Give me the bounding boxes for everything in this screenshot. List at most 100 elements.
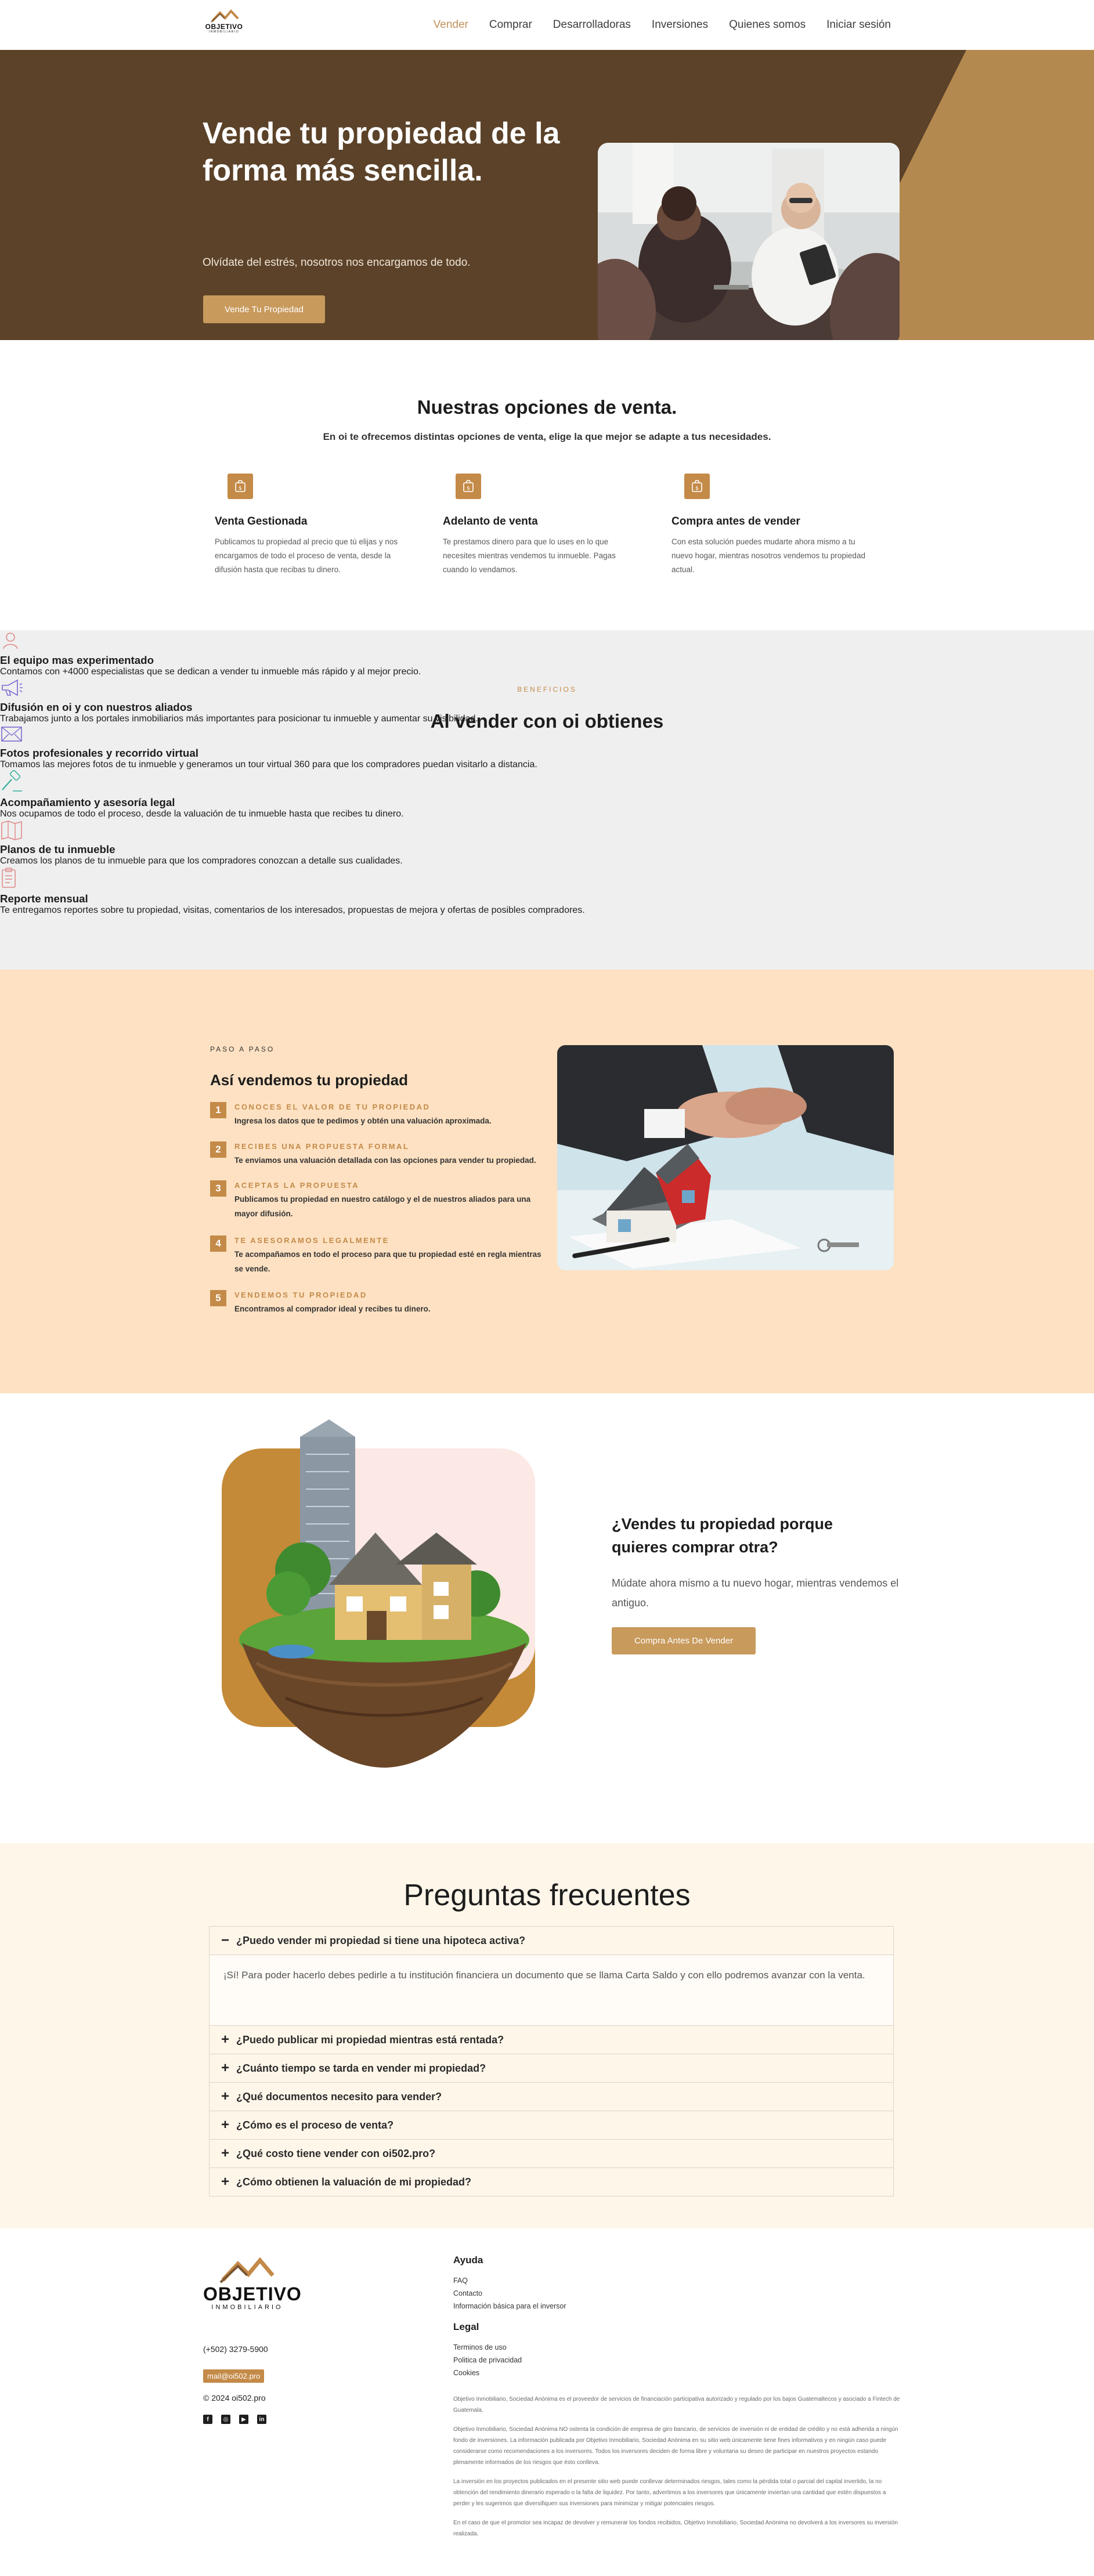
benefit-text: Te entregamos reportes sobre tu propieda…: [0, 905, 585, 915]
brand-name: OBJETIVO: [203, 2284, 302, 2304]
footer-link-cookies[interactable]: Cookies: [453, 2367, 522, 2379]
nav-item-quienes-somos[interactable]: Quienes somos: [729, 19, 806, 31]
faq-question-toggle[interactable]: − ¿Puedo vender mi propiedad si tiene un…: [210, 1927, 893, 1954]
footer-legal-title: Legal: [453, 2321, 479, 2332]
footer-link-faq[interactable]: FAQ: [453, 2274, 566, 2287]
footer-logo[interactable]: OBJETIVO INMOBILIARIO: [203, 2255, 302, 2311]
sale-options-title: Nuestras opciones de venta.: [417, 396, 677, 418]
footer-link-privacy[interactable]: Politica de privacidad: [453, 2354, 522, 2367]
hero-meeting-photo: [598, 143, 900, 340]
youtube-icon[interactable]: ▶: [239, 2415, 248, 2424]
hero-title: Vende tu propiedad de la forma más senci…: [203, 117, 560, 187]
footer-link-contact[interactable]: Contacto: [453, 2287, 566, 2300]
step-text: Publicamos tu propiedad en nuestro catál…: [234, 1195, 531, 1218]
faq-question-toggle[interactable]: + ¿Cómo es el proceso de venta?: [210, 2111, 893, 2139]
faq-question: ¿Puedo vender mi propiedad si tiene una …: [236, 1934, 526, 1946]
plus-icon: +: [221, 2117, 230, 2133]
footer-link-terms[interactable]: Terminos de uso: [453, 2341, 522, 2354]
step-title: RECIBES UNA PROPUESTA FORMAL: [234, 1142, 410, 1151]
step-item: 5 VENDEMOS TU PROPIEDAD Encontramos al co…: [210, 1290, 547, 1316]
sell-property-button[interactable]: Vende Tu Propiedad: [203, 295, 325, 323]
faq-question-toggle[interactable]: + ¿Qué documentos necesito para vender?: [210, 2083, 893, 2111]
handshake-house-photo: [557, 1045, 894, 1270]
benefits-section: BENEFICIOS Al vender con oi obtienes El …: [0, 630, 1094, 970]
nav-item-inversiones[interactable]: Inversiones: [652, 19, 708, 31]
disclaimer-paragraph: La inversión en los proyectos publicados…: [453, 2479, 886, 2507]
faq-question-toggle[interactable]: + ¿Cuánto tiempo se tarda en vender mi p…: [210, 2054, 893, 2082]
faq-item: + ¿Cómo obtienen la valuación de mi prop…: [210, 2167, 893, 2196]
step-item: 4 TE ASESORAMOS LEGALMENTE Te acompañamos…: [210, 1235, 547, 1276]
plus-icon: +: [221, 2060, 230, 2076]
faq-title: Preguntas frecuentes: [403, 1878, 691, 1912]
nav-item-vender[interactable]: Vender: [434, 19, 468, 31]
brand-logo[interactable]: OBJETIVO INMOBILIARIO: [203, 8, 245, 42]
step-title: ACEPTAS LA PROPUESTA: [234, 1181, 360, 1190]
steps-kicker: PASO A PASO: [210, 1045, 275, 1053]
benefit-title: Reporte mensual: [0, 893, 88, 905]
faq-question-toggle[interactable]: + ¿Puedo publicar mi propiedad mientras …: [210, 2026, 893, 2054]
nav-item-login[interactable]: Iniciar sesión: [826, 19, 891, 31]
step-number: 1: [210, 1102, 226, 1118]
site-header: OBJETIVO INMOBILIARIO Vender Comprar Des…: [0, 0, 1094, 50]
benefit-title: Planos de tu inmueble: [0, 843, 115, 855]
hero-subtitle: Olvídate del estrés, nosotros nos encarg…: [203, 256, 471, 269]
faq-question: ¿Cuánto tiempo se tarda en vender mi pro…: [236, 2062, 486, 2074]
money-bag-icon: $: [228, 474, 253, 499]
faq-question: ¿Qué documentos necesito para vender?: [236, 2090, 442, 2102]
step-item: 1 CONOCES EL VALOR DE TU PROPIEDAD Ingres…: [210, 1102, 547, 1128]
main-nav: Vender Comprar Desarrolladoras Inversion…: [434, 19, 891, 31]
plus-icon: +: [221, 2145, 230, 2161]
benefit-title: Acompañamiento y asesoría legal: [0, 796, 175, 808]
brand-tagline: INMOBILIARIO: [211, 2304, 283, 2311]
money-bag-icon: $: [456, 474, 481, 499]
faq-item: − ¿Puedo vender mi propiedad si tiene un…: [210, 1927, 893, 2025]
disclaimer-paragraph: En el caso de que el promotor sea incapa…: [453, 2520, 898, 2537]
house-logo-icon: [219, 2257, 275, 2284]
gavel-icon: [0, 769, 1094, 796]
step-text: Ingresa los datos que te pedimos y obtén…: [234, 1117, 492, 1125]
faq-question: ¿Cómo es el proceso de venta?: [236, 2119, 394, 2131]
plus-icon: +: [221, 2032, 230, 2047]
step-text: Te acompañamos en todo el proceso para q…: [234, 1250, 541, 1273]
step-text: Te enviamos una valuación detallada con …: [234, 1156, 536, 1165]
disclaimer-paragraph: Objetivo Inmobiliario, Sociedad Anónima …: [453, 2426, 898, 2466]
option-card-buy-before-sell: $ Compra antes de vender Con esta soluci…: [671, 474, 869, 577]
site-footer: OBJETIVO INMOBILIARIO (+502) 3279-5900 m…: [0, 2228, 1094, 2537]
faq-item: + ¿Cómo es el proceso de venta?: [210, 2111, 893, 2139]
footer-phone[interactable]: (+502) 3279-5900: [203, 2344, 268, 2354]
brand-tagline: INMOBILIARIO: [208, 30, 240, 34]
footer-link-investor-info[interactable]: Información básica para el inversor: [453, 2300, 566, 2313]
steps-section: PASO A PASO Así vendemos tu propiedad 1 …: [0, 970, 1094, 1393]
facebook-icon[interactable]: f: [203, 2415, 212, 2424]
report-icon: [0, 866, 1094, 893]
sale-options-section: Nuestras opciones de venta. En oi te ofr…: [0, 340, 1094, 630]
step-title: VENDEMOS TU PROPIEDAD: [234, 1291, 367, 1299]
benefit-text: Contamos con +4000 especialistas que se …: [0, 667, 421, 677]
nav-item-desarrolladoras[interactable]: Desarrolladoras: [553, 19, 631, 31]
footer-help-column: Ayuda FAQ Contacto Información básica pa…: [453, 2255, 566, 2313]
option-title: Adelanto de venta: [443, 515, 538, 528]
faq-item: + ¿Puedo publicar mi propiedad mientras …: [210, 2025, 893, 2054]
plus-icon: +: [221, 2174, 230, 2190]
footer-help-title: Ayuda: [453, 2255, 483, 2266]
faq-item: + ¿Qué costo tiene vender con oi502.pro?: [210, 2139, 893, 2167]
benefit-text: Tomamos las mejores fotos de tu inmueble…: [0, 760, 537, 769]
instagram-icon[interactable]: ◎: [221, 2415, 230, 2424]
option-card-managed-sale: $ Venta Gestionada Publicamos tu propied…: [215, 474, 412, 577]
faq-question: ¿Puedo publicar mi propiedad mientras es…: [236, 2033, 504, 2046]
faq-item: + ¿Qué documentos necesito para vender?: [210, 2082, 893, 2111]
svg-text:$: $: [239, 486, 242, 492]
linkedin-icon[interactable]: in: [257, 2415, 266, 2424]
benefit-text: Nos ocupamos de todo el proceso, desde l…: [0, 809, 404, 819]
benefit-title: Fotos profesionales y recorrido virtual: [0, 747, 198, 759]
plus-icon: +: [221, 2089, 230, 2104]
step-number: 3: [210, 1180, 226, 1197]
buy-before-sell-button[interactable]: Compra Antes De Vender: [612, 1627, 756, 1654]
footer-email[interactable]: mail@oi502.pro: [203, 2369, 265, 2383]
option-text: Con esta solución puedes mudarte ahora m…: [671, 537, 865, 574]
faq-answer: ¡Sí! Para poder hacerlo debes pedirle a …: [210, 1954, 893, 2025]
faq-question-toggle[interactable]: + ¿Cómo obtienen la valuación de mi prop…: [210, 2168, 893, 2196]
faq-question-toggle[interactable]: + ¿Qué costo tiene vender con oi502.pro?: [210, 2140, 893, 2167]
nav-item-comprar[interactable]: Comprar: [489, 19, 532, 31]
faq-question: ¿Qué costo tiene vender con oi502.pro?: [236, 2147, 436, 2159]
